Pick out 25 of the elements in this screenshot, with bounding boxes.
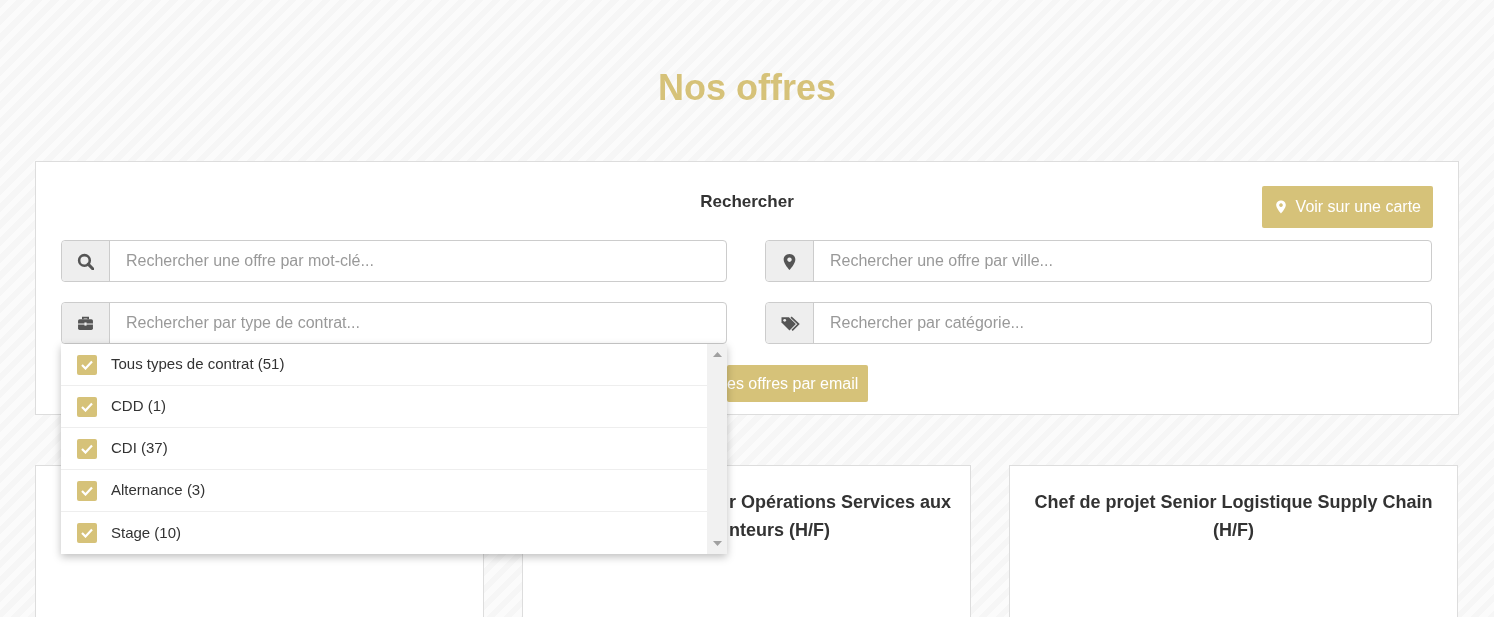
option-label[interactable]: Tous types de contrat (51) xyxy=(111,353,285,376)
briefcase-icon xyxy=(77,314,94,332)
scroll-down-icon xyxy=(712,541,722,547)
option-label[interactable]: CDD (1) xyxy=(111,395,166,418)
scroll-up-icon xyxy=(712,352,722,358)
checkbox[interactable] xyxy=(77,396,97,417)
checkbox[interactable] xyxy=(77,523,97,544)
search-icon xyxy=(77,252,94,270)
map-pin-icon xyxy=(781,252,798,270)
offer-title[interactable]: Chef de projet Senior Logistique Supply Chain (H/F) xyxy=(1030,488,1437,545)
option-label[interactable]: Alternance (3) xyxy=(111,479,206,502)
check-icon xyxy=(81,485,93,496)
check-icon xyxy=(81,528,93,539)
scrollbar[interactable] xyxy=(707,344,727,555)
option-label[interactable]: CDI (37) xyxy=(111,437,168,460)
page-title: Nos offres xyxy=(657,66,837,110)
search-title: Rechercher xyxy=(700,191,794,214)
check-icon xyxy=(81,443,93,454)
checkbox[interactable] xyxy=(77,480,97,501)
offer-card[interactable]: Chef de projet Senior Logistique Supply Chain (H/F) xyxy=(1009,465,1458,617)
option-label[interactable]: Stage (10) xyxy=(111,521,182,545)
checkbox[interactable] xyxy=(77,438,97,459)
checkbox[interactable] xyxy=(77,354,97,375)
check-icon xyxy=(81,359,93,370)
check-icon xyxy=(81,401,93,412)
